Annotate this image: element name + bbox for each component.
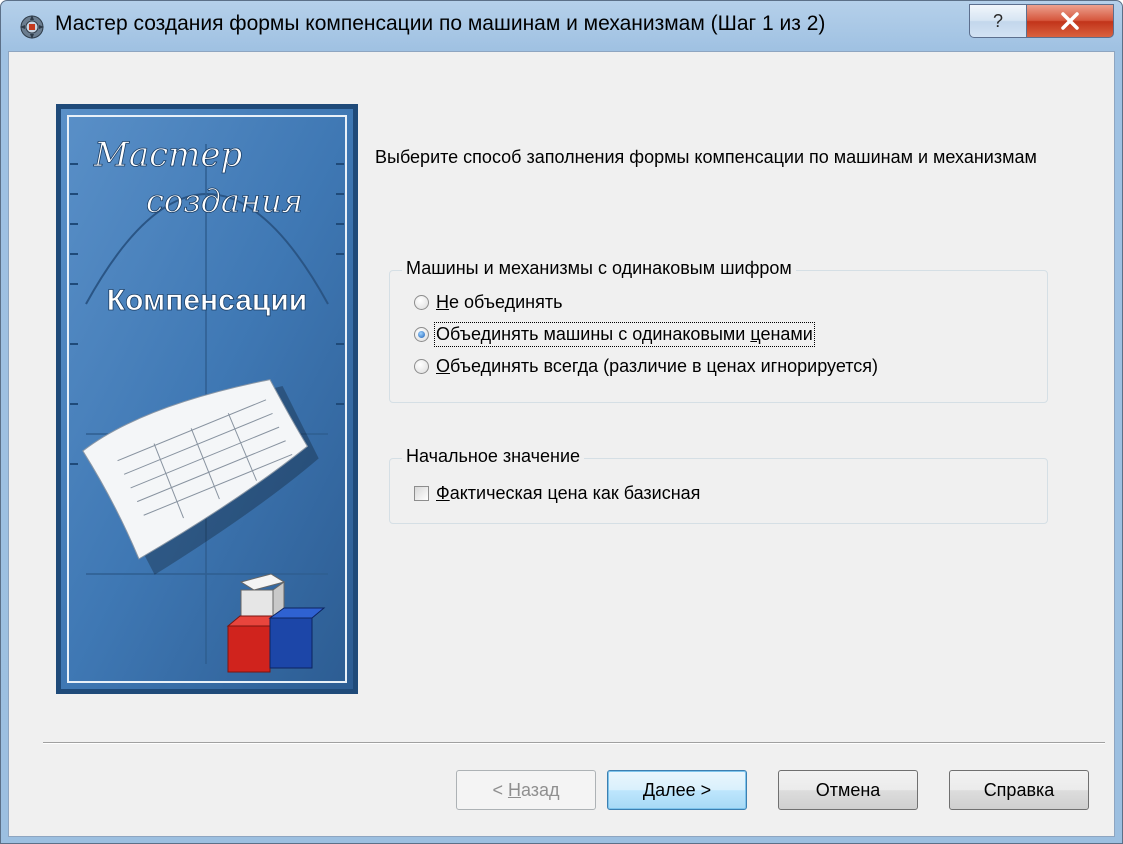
help-button[interactable]: Справка [949,770,1089,810]
banner-title-line2: создания [146,182,303,220]
svg-text:?: ? [993,11,1003,31]
buttons-separator [43,742,1105,744]
radio-merge-same-prices[interactable]: Объединять машины с одинаковыми ценами [414,321,815,347]
banner-subtitle: Компенсации [107,284,307,317]
same-code-groupbox: Машины и механизмы с одинаковым шифром Н… [389,258,1048,403]
close-icon [1061,12,1079,30]
radio-do-not-merge[interactable]: Не объединять [414,290,562,314]
radio-merge-always[interactable]: Объединять всегда (различие в ценах игно… [414,354,878,378]
cancel-button[interactable]: Отмена [778,770,918,810]
window-title: Мастер создания формы компенсации по маш… [55,12,826,35]
back-button[interactable]: < Назад [456,770,596,810]
title-bar[interactable]: Мастер создания формы компенсации по маш… [1,1,1122,51]
radio-merge-always-label: Объединять всегда (различие в ценах игно… [436,355,879,376]
radio-button[interactable] [414,358,429,374]
titlebar-close-button[interactable] [1026,4,1114,38]
radio-button-checked[interactable] [414,326,429,342]
same-code-legend: Машины и механизмы с одинаковым шифром [402,258,796,279]
next-button[interactable]: Далее > [607,770,747,810]
question-mark-icon: ? [993,11,1003,31]
banner-title-line1: Мастер [93,135,242,175]
dialog-client-area: Мастер создания Компенсации Выберите спо… [8,51,1115,837]
actual-price-as-base-checkbox[interactable] [414,485,429,501]
radio-button[interactable] [414,294,429,310]
wizard-banner-image: Мастер создания Компенсации [56,104,358,694]
wizard-window: Мастер создания формы компенсации по маш… [0,0,1123,844]
wizard-description: Выберите способ заполнения формы компенс… [375,147,1037,167]
actual-price-as-base-label: Фактическая цена как базисная [436,482,701,503]
wizard-gear-icon [20,15,44,39]
initial-value-groupbox: Начальное значение Фактическая цена как … [389,446,1048,524]
initial-value-legend: Начальное значение [402,446,585,467]
titlebar-help-button[interactable]: ? [969,4,1027,38]
radio-merge-same-prices-label: Объединять машины с одинаковыми ценами [434,321,815,347]
actual-price-as-base-option[interactable]: Фактическая цена как базисная [414,481,700,505]
radio-do-not-merge-label: Не объединять [436,291,563,312]
